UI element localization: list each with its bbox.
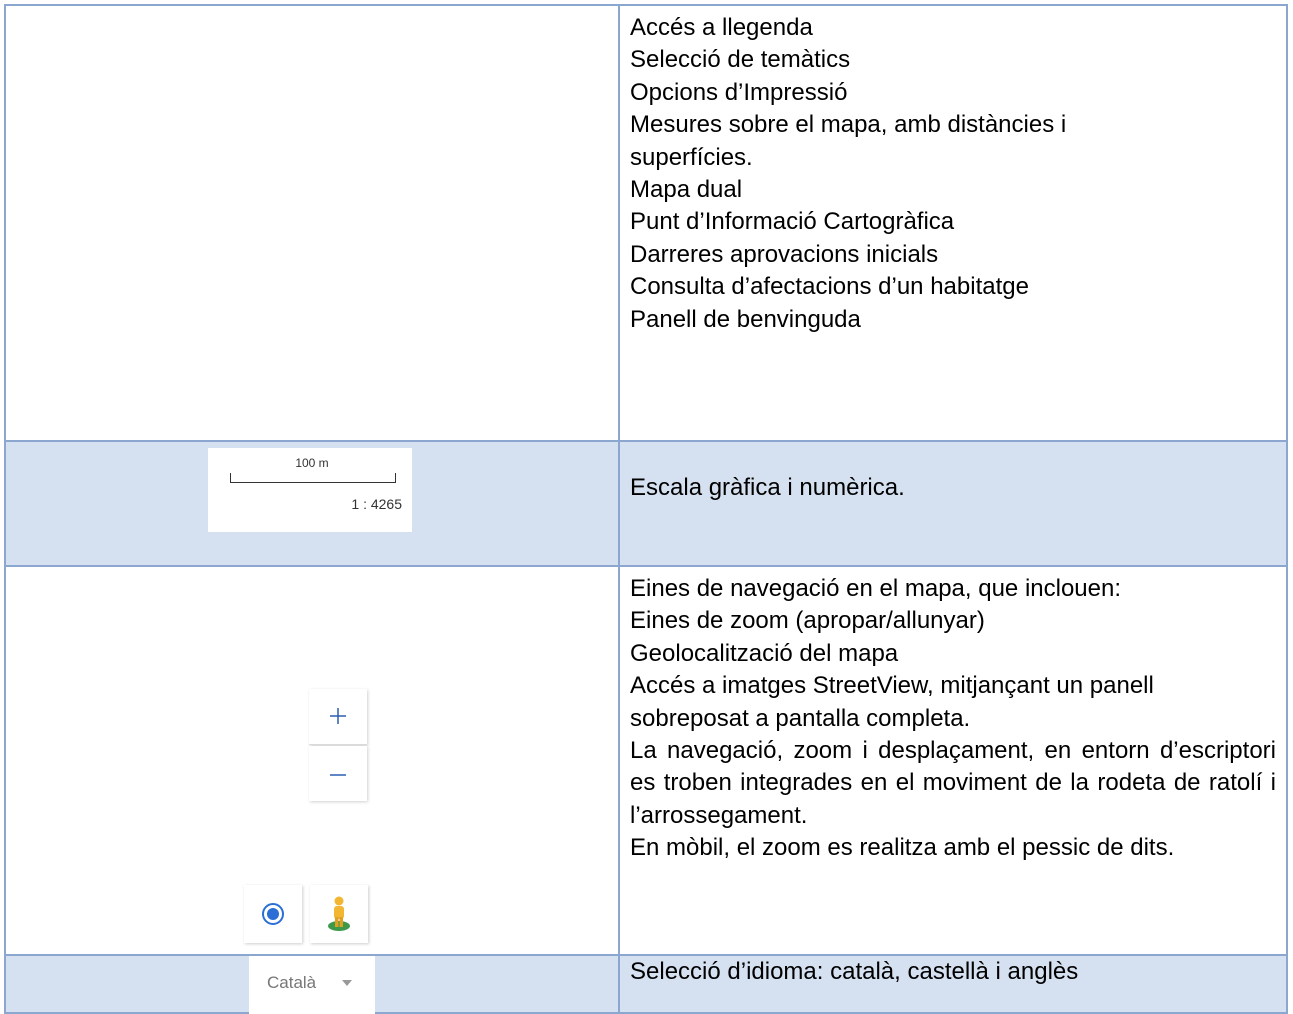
zoom-in-button[interactable]	[309, 689, 367, 745]
list-item: Opcions d’Impressió	[630, 78, 848, 106]
row1-description: Accés a llegenda Selecció de temàtics Op…	[620, 6, 1286, 336]
streetview-pegman-icon	[328, 896, 350, 931]
language-select[interactable]: Català	[249, 956, 375, 1014]
zoom-out-icon	[330, 774, 346, 776]
row2-description: Escala gràfica i numèrica.	[620, 442, 1286, 504]
list-item: Eines de navegació en el mapa, que inclo…	[630, 575, 1122, 602]
list-item: En mòbil, el zoom es realitza amb el pes…	[630, 834, 1175, 862]
zoom-in-icon	[330, 708, 346, 724]
locate-button[interactable]	[244, 885, 302, 943]
row4-image-cell: Català	[4, 954, 620, 1014]
list-item: Consulta d’afectacions d’un habitatge	[630, 273, 1029, 301]
table-row: Eines de navegació en el mapa, que inclo…	[4, 565, 1288, 956]
row3-description: Eines de navegació en el mapa, que inclo…	[620, 567, 1286, 865]
table-row: 100 m 1 : 4265 Escala gràfica i numèrica…	[4, 440, 1288, 567]
row4-description: Selecció d’idioma: català, castellà i an…	[620, 956, 1286, 988]
table-row: Català Selecció d’idioma: català, castel…	[4, 954, 1288, 1014]
list-item: Accés a imatges StreetView, mitjançant u…	[630, 672, 1154, 732]
list-item: Mapa dual	[630, 176, 743, 204]
row4-description-cell: Selecció d’idioma: català, castellà i an…	[618, 954, 1288, 1014]
list-item: Selecció d’idioma: català, castellà i an…	[630, 958, 1079, 985]
zoom-out-button[interactable]	[309, 746, 367, 801]
list-item: Geolocalització del mapa	[630, 639, 899, 667]
row1-image-cell	[4, 4, 620, 442]
list-item: Eines de zoom (apropar/allunyar)	[630, 607, 985, 635]
zoom-controls	[309, 689, 367, 803]
scale-bar-label: 100 m	[295, 456, 329, 470]
list-item: Escala gràfica i numèrica.	[630, 474, 905, 501]
streetview-button[interactable]	[310, 885, 368, 943]
table-row: Accés a llegenda Selecció de temàtics Op…	[4, 4, 1288, 442]
locate-icon	[262, 903, 284, 925]
feature-table: Accés a llegenda Selecció de temàtics Op…	[4, 4, 1288, 1014]
list-item: Mesures sobre el mapa, amb distàncies i …	[630, 111, 1067, 171]
row3-image-cell	[4, 565, 620, 956]
list-item: Selecció de temàtics	[630, 46, 851, 74]
row2-description-cell: Escala gràfica i numèrica.	[618, 440, 1288, 567]
scale-widget: 100 m 1 : 4265	[208, 448, 412, 532]
row2-image-cell: 100 m 1 : 4265	[4, 440, 620, 567]
caret-down-icon	[342, 980, 352, 986]
list-item: Accés a llegenda	[630, 14, 813, 41]
language-select-value: Català	[267, 973, 317, 992]
list-item: Punt d’Informació Cartogràfica	[630, 208, 955, 236]
list-item: Panell de benvinguda	[630, 305, 861, 333]
row3-description-cell: Eines de navegació en el mapa, que inclo…	[618, 565, 1288, 956]
scale-ratio: 1 : 4265	[351, 496, 402, 512]
list-item: Darreres aprovacions inicials	[630, 240, 939, 268]
scale-bar	[230, 473, 396, 483]
list-item: La navegació, zoom i desplaçament, en en…	[630, 737, 1276, 829]
row1-description-cell: Accés a llegenda Selecció de temàtics Op…	[618, 4, 1288, 442]
